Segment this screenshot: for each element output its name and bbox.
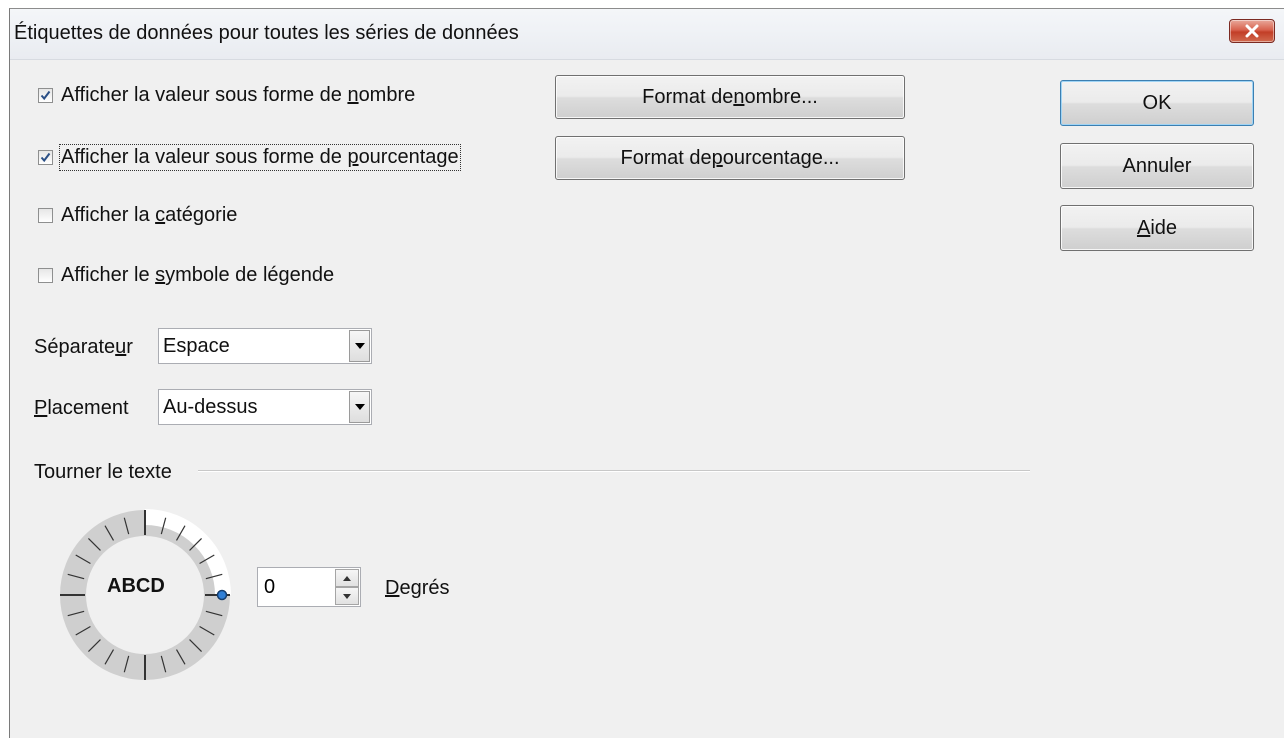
number-format-label-key: n [733,85,745,108]
number-format-label-a: Format de [642,85,734,108]
degrees-label: Degrés [385,577,450,599]
rotation-preview-text: ABCD [107,575,165,597]
percent-format-label-key: p [711,146,723,169]
group-separator [198,470,1030,472]
check-icon [40,152,51,163]
separator-dropdown-button[interactable] [349,330,370,362]
chevron-down-icon [354,404,365,410]
separator-select[interactable]: Espace [158,328,372,364]
help-button[interactable]: Aide [1060,205,1254,251]
percent-format-label-a: Format de [620,146,712,169]
show-value-number-row[interactable]: Afficher la valeur sous forme de nombre [38,84,415,107]
dialog-title: Étiquettes de données pour toutes les sé… [14,22,519,44]
ok-button[interactable]: OK [1060,80,1254,126]
close-icon [1245,24,1259,38]
show-value-number-label: Afficher la valeur sous forme de nombre [61,84,416,106]
degrees-value[interactable]: 0 [258,576,335,599]
close-button[interactable] [1229,19,1275,43]
check-icon [40,90,51,101]
placement-dropdown-button[interactable] [349,391,370,423]
cancel-button[interactable]: Annuler [1060,143,1254,189]
placement-value: Au-dessus [163,395,258,418]
show-category-row[interactable]: Afficher la catégorie [38,204,237,227]
arrow-up-icon [343,575,351,581]
spin-up-button[interactable] [335,569,359,587]
show-value-number-checkbox[interactable] [38,88,53,103]
placement-label: Placement [34,397,129,419]
number-format-button[interactable]: Format de n ombre... [555,75,905,119]
show-legend-symbol-checkbox[interactable] [38,268,53,283]
chevron-down-icon [354,343,365,349]
show-value-percent-row[interactable]: Afficher la valeur sous forme de pourcen… [38,144,461,171]
show-value-percent-label: Afficher la valeur sous forme de pourcen… [59,144,461,171]
show-legend-symbol-label: Afficher le symbole de légende [61,264,335,286]
cancel-button-label: Annuler [1122,154,1192,177]
percent-format-label-b: ourcentage... [722,146,840,169]
show-category-checkbox[interactable] [38,208,53,223]
show-legend-symbol-row[interactable]: Afficher le symbole de légende [38,264,334,287]
spin-down-button[interactable] [335,587,359,605]
show-value-percent-checkbox[interactable] [38,150,53,165]
percent-format-button[interactable]: Format de p ourcentage... [555,136,905,180]
ok-button-label: OK [1142,91,1172,114]
dial-knob[interactable] [216,589,228,601]
arrow-down-icon [343,593,351,599]
degrees-spin-buttons [335,569,359,605]
help-button-label: ide [1150,216,1178,239]
show-category-label: Afficher la catégorie [61,204,238,226]
placement-select[interactable]: Au-dessus [158,389,372,425]
separator-value: Espace [163,334,230,357]
title-bar[interactable]: Étiquettes de données pour toutes les sé… [10,9,1284,60]
separator-label: Séparateur [34,336,133,358]
degrees-spinbox[interactable]: 0 [257,567,361,607]
rotate-group-label: Tourner le texte [34,461,172,483]
help-button-key: A [1136,216,1151,239]
number-format-label-b: ombre... [744,85,818,108]
